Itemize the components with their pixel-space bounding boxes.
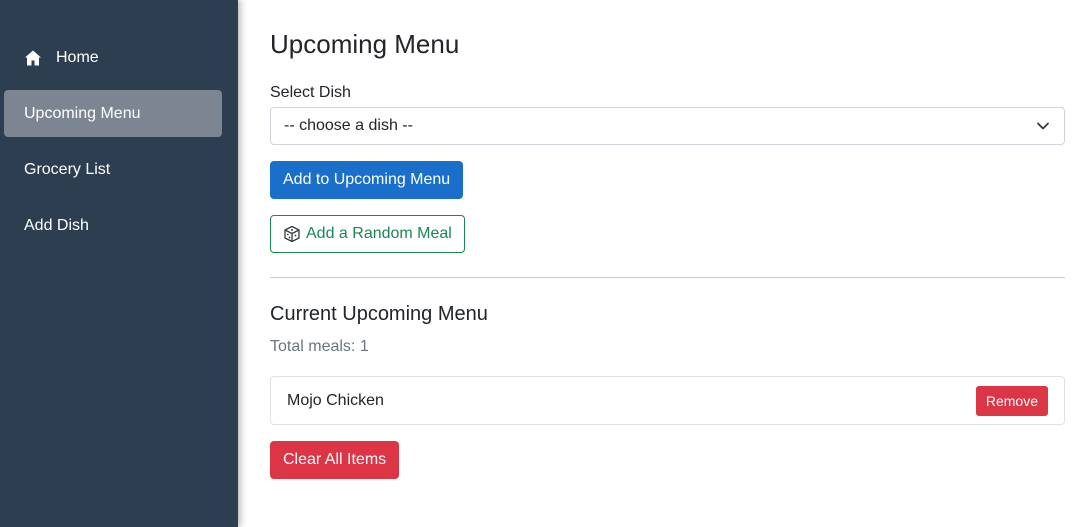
add-random-meal-button[interactable]: Add a Random Meal xyxy=(270,215,465,253)
select-dish-label: Select Dish xyxy=(270,84,351,101)
clear-all-items-button[interactable]: Clear All Items xyxy=(270,441,400,479)
add-to-upcoming-menu-button[interactable]: Add to Upcoming Menu xyxy=(270,161,464,199)
dish-select[interactable]: -- choose a dish -- xyxy=(270,107,1065,145)
home-icon xyxy=(24,49,42,67)
main-content: Upcoming Menu Select Dish -- choose a di… xyxy=(238,0,1077,527)
meal-name: Mojo Chicken xyxy=(287,391,384,409)
remove-button[interactable]: Remove xyxy=(975,385,1048,416)
current-menu-title: Current Upcoming Menu xyxy=(270,303,488,325)
dice-icon xyxy=(283,225,301,243)
divider xyxy=(270,277,1065,278)
sidebar-item-label: Home xyxy=(56,48,99,66)
sidebar-item-label: Add Dish xyxy=(24,216,89,234)
sidebar-item-grocery-list[interactable]: Grocery List xyxy=(4,146,222,193)
sidebar-item-label: Grocery List xyxy=(24,160,111,178)
total-meals-count: Total meals: 1 xyxy=(270,338,369,355)
sidebar-item-home[interactable]: Home xyxy=(4,34,222,81)
app: Home Upcoming Menu Grocery List Add Dish… xyxy=(0,0,1077,527)
page-title: Upcoming Menu xyxy=(270,29,460,59)
sidebar-item-add-dish[interactable]: Add Dish xyxy=(4,202,222,249)
sidebar-item-upcoming-menu[interactable]: Upcoming Menu xyxy=(4,90,222,137)
add-random-meal-label: Add a Random Meal xyxy=(306,225,452,242)
chevron-down-icon xyxy=(1036,119,1050,133)
list-item: Mojo Chicken Remove xyxy=(270,376,1065,425)
sidebar-item-label: Upcoming Menu xyxy=(24,104,141,122)
dish-select-value: -- choose a dish -- xyxy=(284,117,413,134)
sidebar: Home Upcoming Menu Grocery List Add Dish xyxy=(0,0,238,527)
